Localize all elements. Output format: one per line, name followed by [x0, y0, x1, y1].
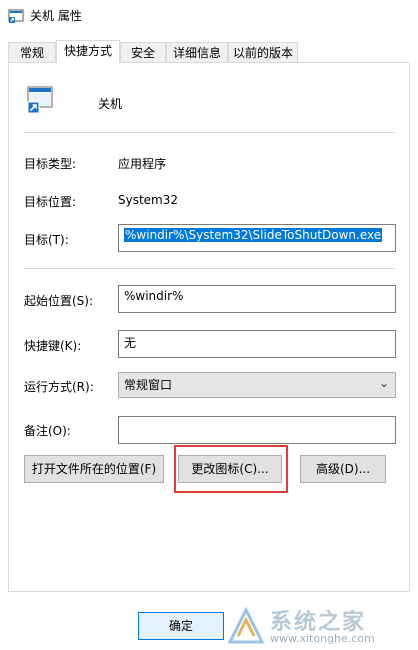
target-type-value: 应用程序	[118, 157, 167, 171]
comment-label: 备注(O):	[24, 424, 71, 438]
target-field-text: %windir%\System32\SlideToShutDown.exe	[124, 228, 383, 242]
window-title: 关机 属性	[30, 9, 82, 23]
advanced-button[interactable]: 高级(D)...	[300, 455, 386, 483]
hotkey-field-text: 无	[124, 336, 137, 350]
shortcut-name: 关机	[98, 97, 123, 111]
tab-previous-versions[interactable]: 以前的版本	[228, 42, 298, 62]
tab-details[interactable]: 详细信息	[166, 42, 228, 62]
shortcut-large-icon	[27, 86, 53, 114]
divider	[24, 268, 396, 269]
target-location-label: 目标位置:	[24, 195, 77, 209]
hotkey-label: 快捷键(K):	[24, 339, 82, 353]
target-location-value: System32	[118, 193, 179, 207]
shortcut-panel	[8, 62, 410, 592]
shortcut-app-icon	[8, 9, 24, 23]
change-icon-button[interactable]: 更改图标(C)...	[178, 455, 282, 483]
start-in-field[interactable]: %windir%	[118, 285, 396, 313]
comment-field[interactable]	[118, 416, 396, 444]
target-type-label: 目标类型:	[24, 157, 77, 171]
ok-button[interactable]: 确定	[138, 612, 224, 640]
watermark-url: www.xitonghe.com	[270, 632, 375, 645]
tab-shortcut[interactable]: 快捷方式	[56, 40, 120, 63]
watermark-logo-icon	[227, 606, 265, 644]
start-in-label: 起始位置(S):	[24, 294, 94, 308]
watermark: 系统之家 www.xitonghe.com	[214, 602, 418, 650]
target-label: 目标(T):	[24, 233, 69, 247]
run-select-value: 常规窗口	[124, 378, 173, 392]
run-label: 运行方式(R):	[24, 380, 94, 394]
hotkey-field[interactable]: 无	[118, 330, 396, 358]
open-file-location-button[interactable]: 打开文件所在的位置(F)	[24, 455, 164, 483]
run-select[interactable]: 常规窗口 ⌄	[118, 372, 396, 398]
tab-security[interactable]: 安全	[120, 42, 166, 62]
chevron-down-icon: ⌄	[378, 376, 389, 390]
start-in-field-text: %windir%	[124, 289, 184, 303]
target-field[interactable]: %windir%\System32\SlideToShutDown.exe	[118, 224, 396, 252]
title-bar: 关机 属性	[0, 0, 418, 32]
divider	[24, 132, 396, 133]
tab-general[interactable]: 常规	[8, 42, 56, 62]
